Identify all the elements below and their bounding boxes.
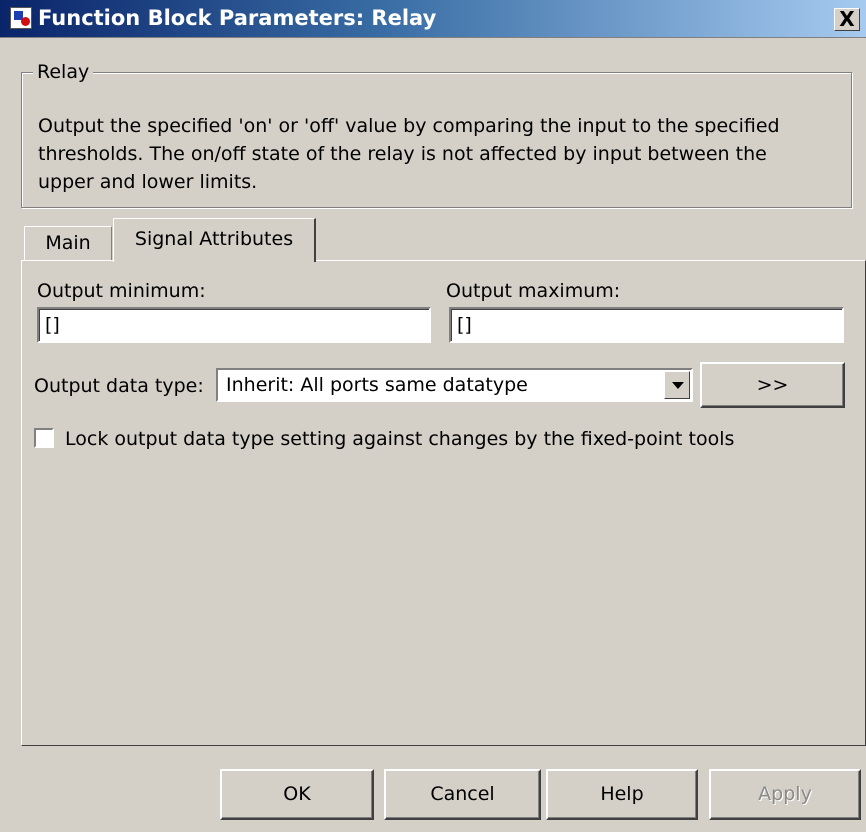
output-data-type-value: Inherit: All ports same datatype [226,374,528,396]
apply-button[interactable]: Apply [709,769,861,820]
simulink-app-icon [10,7,32,29]
data-type-assistant-button[interactable]: >> [700,362,845,408]
output-minimum-input[interactable] [37,307,431,343]
block-description: Output the specified 'on' or 'off' value… [38,115,780,193]
lock-data-type-checkbox[interactable] [34,428,54,448]
output-maximum-label: Output maximum: [446,280,621,302]
close-button[interactable]: X [834,8,860,31]
window-title: Function Block Parameters: Relay [38,6,437,30]
output-data-type-select[interactable]: Inherit: All ports same datatype [216,368,693,402]
group-legend: Relay [33,60,94,84]
ok-button[interactable]: OK [220,769,374,820]
cancel-button[interactable]: Cancel [384,769,541,820]
output-data-type-label: Output data type: [34,375,204,397]
chevron-down-icon[interactable] [664,371,690,399]
output-minimum-label: Output minimum: [37,280,206,302]
output-maximum-input[interactable] [449,307,844,343]
tab-signal-attributes[interactable]: Signal Attributes [113,218,316,262]
title-bar[interactable]: Function Block Parameters: Relay X [0,0,866,38]
lock-data-type-label: Lock output data type setting against ch… [65,428,735,450]
tab-main[interactable]: Main [24,226,112,260]
help-button[interactable]: Help [546,769,698,820]
